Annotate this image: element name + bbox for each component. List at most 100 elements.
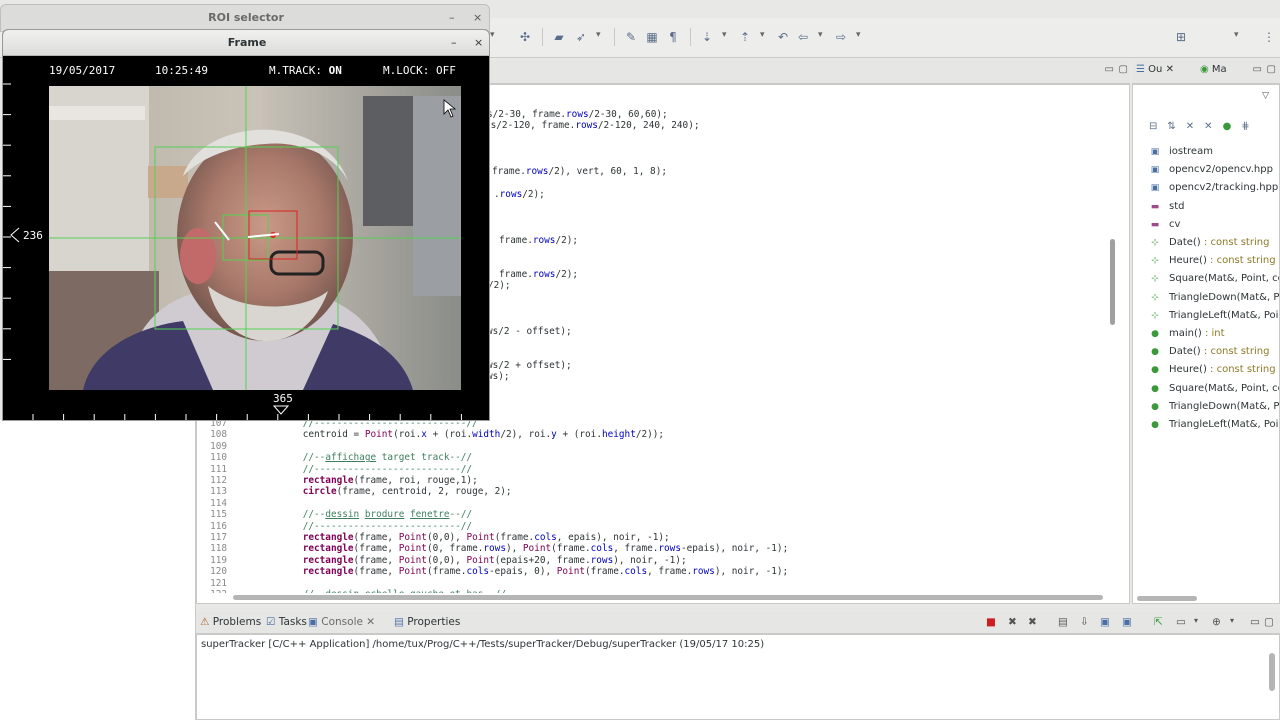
tab-label: Problems: [212, 616, 262, 628]
block-icon[interactable]: ▦: [645, 30, 659, 44]
outline-item-label: Heure(): [1169, 364, 1207, 376]
pin-console-icon[interactable]: ⇱: [1154, 616, 1163, 628]
tab-outline[interactable]: ☰ Ou ✕: [1136, 64, 1174, 75]
outline-item[interactable]: ● main() : int: [1149, 325, 1225, 343]
hud-lock-value: OFF: [435, 64, 456, 77]
chevron-down-icon[interactable]: ▾: [760, 30, 765, 40]
maximize-icon[interactable]: ▢: [1267, 64, 1276, 75]
maximize-icon[interactable]: ▢: [1264, 616, 1274, 628]
outline-item-type: : const string: [1200, 346, 1270, 358]
outline-item[interactable]: ▣ opencv2/opencv.hpp: [1149, 161, 1273, 179]
frame-window[interactable]: Frame – × 19/05/2017 10:25:49 M.TRACK: O…: [2, 29, 490, 421]
remove-all-icon[interactable]: ✖: [1028, 616, 1037, 628]
console-icon: ▣: [308, 616, 318, 628]
code-line: 111 //--------------------------//: [197, 464, 472, 475]
minimize-button[interactable]: –: [449, 11, 455, 24]
outline-item[interactable]: ● TriangleLeft(Mat&, Poin: [1149, 416, 1279, 434]
hide-fields-icon[interactable]: ✕: [1186, 121, 1204, 132]
outline-item[interactable]: ⊹ TriangleDown(Mat&, Po: [1149, 289, 1280, 307]
prev-annotation-icon[interactable]: ⇡: [738, 30, 752, 44]
line-number: 115: [210, 509, 227, 521]
bottom-panel-tabbar: ⚠ Problems ☑ Tasks ▣ Console ✕ ▤ Propert…: [196, 612, 1280, 634]
window-titlebar[interactable]: Frame – ×: [3, 30, 489, 56]
outline-item-type: : const string: [1200, 237, 1270, 248]
outline-item[interactable]: ▣ iostream: [1149, 143, 1213, 161]
shelf-item: [49, 106, 145, 120]
minimize-icon[interactable]: ▭: [1253, 64, 1262, 75]
outline-item[interactable]: ▬ std: [1149, 198, 1185, 216]
outline-item-label: TriangleDown(Mat&, Po: [1169, 291, 1280, 303]
tab-make-targets[interactable]: ◉ Ma: [1200, 64, 1227, 75]
scroll-thumb[interactable]: [233, 595, 1103, 600]
scroll-lock-icon[interactable]: ⇩: [1080, 616, 1089, 628]
display-console-icon[interactable]: ▭: [1176, 616, 1186, 628]
code-line-partial: ws/2 - offset);: [487, 326, 572, 337]
back-icon[interactable]: ⇦: [796, 30, 810, 44]
paragraph-icon[interactable]: ¶: [666, 30, 680, 44]
close-icon[interactable]: ✕: [366, 616, 375, 628]
remove-launch-icon[interactable]: ✖: [1008, 616, 1017, 628]
outline-item[interactable]: ● TriangleDown(Mat&, Po: [1149, 398, 1279, 416]
hide-inactive-icon[interactable]: ⋕: [1241, 121, 1259, 132]
view-menu-icon[interactable]: ▽: [1262, 91, 1269, 101]
outline-item[interactable]: ● Heure() : const string: [1149, 361, 1276, 379]
clear-console-icon[interactable]: ▤: [1058, 616, 1068, 628]
roi-selector-window[interactable]: ROI selector – ×: [0, 4, 490, 32]
outline-item[interactable]: ⊹ TriangleLeft(Mat&, Poin: [1149, 307, 1279, 325]
line-number: 110: [210, 452, 227, 464]
outline-item[interactable]: ⊹ Date() : const string: [1149, 234, 1269, 252]
chevron-down-icon[interactable]: ▾: [490, 30, 495, 40]
code-line: 108 centroid = Point(roi.x + (roi.width/…: [197, 429, 664, 440]
word-wrap-icon[interactable]: ▣: [1100, 616, 1110, 628]
chevron-down-icon[interactable]: ▾: [818, 30, 823, 40]
video-frame[interactable]: 19/05/2017 10:25:49 M.TRACK: ON M.LOCK: …: [3, 56, 489, 420]
tab-console[interactable]: ▣ Console ✕: [308, 616, 375, 628]
terminate-icon[interactable]: ■: [986, 616, 996, 628]
hud-date: 19/05/2017: [49, 64, 116, 77]
chevron-down-icon[interactable]: ▾: [1230, 616, 1234, 625]
outline-item-label: Square(Mat&, Point, co: [1169, 273, 1280, 285]
collapse-all-icon[interactable]: ⊟: [1149, 121, 1167, 132]
pen-icon[interactable]: ✎: [624, 30, 638, 44]
hide-nonpublic-icon[interactable]: ●: [1223, 121, 1242, 132]
scroll-thumb[interactable]: [1110, 239, 1115, 325]
next-annotation-icon[interactable]: ⇣: [700, 30, 714, 44]
open-perspective-icon[interactable]: ⊞: [1174, 30, 1188, 44]
close-button[interactable]: ×: [474, 36, 483, 49]
tab-properties[interactable]: ▤ Properties: [394, 616, 460, 628]
show-on-output-icon[interactable]: ▣: [1122, 616, 1132, 628]
outline-item[interactable]: ● Square(Mat&, Point, co: [1149, 380, 1279, 398]
editor-horizontal-scrollbar[interactable]: [233, 595, 1113, 601]
chevron-down-icon[interactable]: ▾: [1194, 616, 1198, 625]
chevron-down-icon[interactable]: ▾: [596, 30, 601, 40]
debug-icon[interactable]: ✣: [518, 30, 532, 44]
outline-item[interactable]: ● Date() : const string: [1149, 343, 1269, 361]
code-line: 118 rectangle(frame, Point(0, frame.rows…: [197, 543, 788, 554]
outline-item[interactable]: ⊹ Heure() : const string: [1149, 252, 1275, 270]
minimize-icon[interactable]: ▭: [1250, 616, 1260, 628]
tab-tasks[interactable]: ☑ Tasks: [266, 616, 307, 628]
outline-item[interactable]: ▣ opencv2/tracking.hpp: [1149, 179, 1279, 197]
sort-icon[interactable]: ⇅: [1167, 121, 1185, 132]
editor-vertical-scrollbar[interactable]: [1109, 89, 1117, 585]
tab-problems[interactable]: ⚠ Problems: [200, 616, 261, 628]
minimize-icon[interactable]: ▭: [1105, 64, 1114, 75]
hide-static-icon[interactable]: ✕: [1204, 121, 1222, 132]
chevron-down-icon[interactable]: ▾: [1234, 30, 1239, 40]
open-folder-icon[interactable]: ▰: [552, 30, 566, 44]
outline-item[interactable]: ▬ cv: [1149, 216, 1181, 234]
console-scroll-thumb[interactable]: [1269, 653, 1275, 691]
outline-item[interactable]: ⊹ Square(Mat&, Point, co: [1149, 270, 1280, 288]
close-button[interactable]: ×: [473, 11, 482, 24]
forward-icon[interactable]: ⇨: [834, 30, 848, 44]
minimize-button[interactable]: –: [451, 36, 457, 49]
close-icon[interactable]: ✕: [1166, 64, 1174, 75]
chevron-down-icon[interactable]: ▾: [856, 30, 861, 40]
last-edit-icon[interactable]: ↶: [776, 30, 790, 44]
open-console-icon[interactable]: ⊕: [1212, 616, 1221, 628]
console-view[interactable]: superTracker [C/C++ Application] /home/t…: [196, 634, 1280, 720]
maximize-icon[interactable]: ▢: [1119, 64, 1128, 75]
outline-scroll-thumb[interactable]: [1137, 596, 1197, 601]
rocket-icon[interactable]: ➶: [574, 30, 588, 44]
chevron-down-icon[interactable]: ▾: [722, 30, 727, 40]
